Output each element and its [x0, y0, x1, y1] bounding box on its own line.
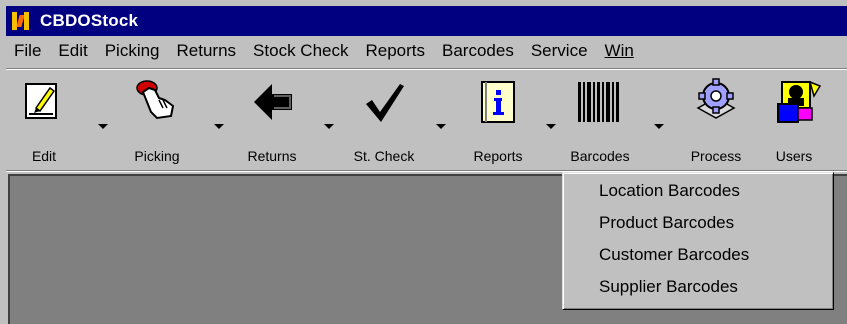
menu-window[interactable]: Win — [601, 41, 638, 61]
app-logo-icon[interactable] — [10, 10, 32, 32]
window-title: CBDOStock — [40, 11, 139, 30]
toolbar-stock-check-button[interactable]: St. Check — [346, 72, 458, 168]
barcodes-dropdown-menu: Location Barcodes Product Barcodes Custo… — [562, 172, 834, 310]
checkmark-icon — [366, 84, 404, 122]
toolbar-process-label: Process — [690, 148, 742, 164]
menu-picking[interactable]: Picking — [101, 41, 164, 61]
toolbar-barcodes-button[interactable]: Barcodes — [566, 72, 676, 168]
toolbar: Edit Picking Returns St. Check Reports B… — [6, 72, 847, 168]
barcode-icon — [578, 82, 619, 122]
toolbar-returns-button[interactable]: Returns — [236, 72, 346, 168]
menu-file[interactable]: File — [10, 41, 45, 61]
menu-item-supplier-barcodes[interactable]: Supplier Barcodes — [599, 277, 738, 297]
menu-separator — [6, 68, 847, 70]
toolbar-returns-label: Returns — [247, 148, 297, 164]
menu-item-product-barcodes[interactable]: Product Barcodes — [599, 213, 734, 233]
toolbar-barcodes-label: Barcodes — [570, 148, 630, 164]
menu-item-customer-barcodes[interactable]: Customer Barcodes — [599, 245, 749, 265]
users-icon — [777, 80, 822, 123]
menu-edit[interactable]: Edit — [54, 41, 91, 61]
edit-icon — [25, 83, 57, 119]
toolbar-users-label: Users — [775, 148, 813, 164]
toolbar-reports-label: Reports — [473, 148, 523, 164]
toolbar-picking-button[interactable]: Picking — [121, 72, 236, 168]
stock-check-dropdown-arrow-icon[interactable] — [436, 124, 446, 129]
picking-dropdown-arrow-icon[interactable] — [214, 124, 224, 129]
toolbar-users-button[interactable]: Users — [762, 72, 847, 168]
app-window: CBDOStock File Edit Picking Returns Stoc… — [0, 0, 847, 324]
gear-icon — [696, 78, 736, 119]
title-bar[interactable]: CBDOStock — [6, 6, 847, 36]
info-book-icon — [481, 81, 515, 123]
menu-stock-check[interactable]: Stock Check — [249, 41, 352, 61]
back-arrow-icon — [254, 84, 292, 120]
toolbar-picking-label: Picking — [134, 148, 180, 164]
menu-bar: File Edit Picking Returns Stock Check Re… — [6, 36, 847, 66]
toolbar-edit-button[interactable]: Edit — [6, 72, 121, 168]
toolbar-reports-button[interactable]: Reports — [458, 72, 566, 168]
returns-dropdown-arrow-icon[interactable] — [324, 124, 334, 129]
toolbar-process-button[interactable]: Process — [676, 72, 762, 168]
menu-service[interactable]: Service — [527, 41, 592, 61]
menu-item-location-barcodes[interactable]: Location Barcodes — [599, 181, 740, 201]
menu-returns[interactable]: Returns — [173, 41, 241, 61]
hand-pointer-icon — [136, 80, 175, 120]
menu-reports[interactable]: Reports — [361, 41, 429, 61]
barcodes-dropdown-arrow-icon[interactable] — [654, 124, 664, 129]
edit-dropdown-arrow-icon[interactable] — [98, 124, 108, 129]
toolbar-stock-check-label: St. Check — [353, 148, 415, 164]
menu-barcodes[interactable]: Barcodes — [438, 41, 518, 61]
toolbar-edit-label: Edit — [31, 148, 57, 164]
reports-dropdown-arrow-icon[interactable] — [546, 124, 556, 129]
